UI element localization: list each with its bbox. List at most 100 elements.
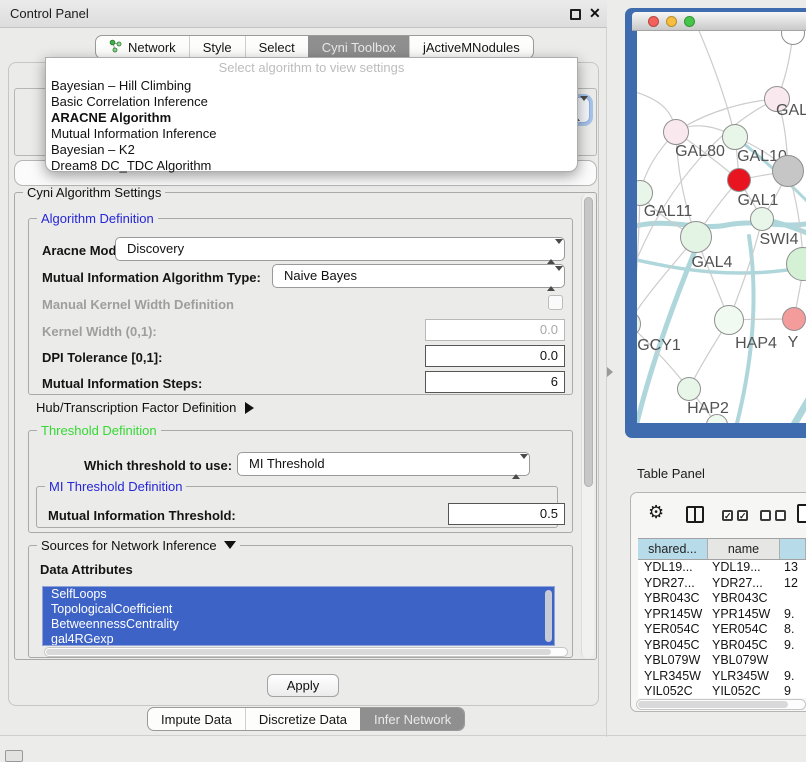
popup-item-bayesian-hill-climbing[interactable]: Bayesian – Hill Climbing xyxy=(51,78,191,94)
tab-cyni-toolbox[interactable]: Cyni Toolbox xyxy=(308,36,409,58)
table-row[interactable]: YLR345WYLR345W9. xyxy=(638,669,806,685)
minimize-window-icon[interactable] xyxy=(666,16,677,27)
tab-discretize-data[interactable]: Discretize Data xyxy=(245,708,360,730)
collapse-arrow-icon[interactable] xyxy=(224,541,236,549)
popup-item-mutual-information[interactable]: Mutual Information Inference xyxy=(51,126,216,142)
column-header-name[interactable]: name xyxy=(708,539,780,559)
network-node[interactable] xyxy=(782,307,806,331)
popup-item-dream8[interactable]: Dream8 DC_TDC Algorithm xyxy=(51,158,211,174)
network-node-label: GAL xyxy=(776,102,806,120)
cell: YDL19... xyxy=(638,560,708,576)
table-row[interactable]: YBR045CYBR045C9. xyxy=(638,638,806,654)
cell: YIL052C xyxy=(708,684,780,698)
sources-hscrollbar[interactable] xyxy=(44,647,568,657)
tab-impute-data-label: Impute Data xyxy=(161,712,232,727)
gear-icon[interactable]: ⚙ xyxy=(648,503,664,521)
network-node-label: HAP4 xyxy=(735,335,777,353)
expand-arrow-icon[interactable] xyxy=(245,402,254,414)
cell: YBR045C xyxy=(708,638,780,654)
close-panel-icon[interactable]: ✕ xyxy=(589,5,601,22)
network-node[interactable] xyxy=(727,168,751,192)
mi-algorithm-type-combobox[interactable]: Naive Bayes xyxy=(272,264,565,288)
network-node[interactable] xyxy=(714,305,744,335)
cell: YER054C xyxy=(638,622,708,638)
tab-network[interactable]: Network xyxy=(96,36,189,58)
popup-item-basic-correlation[interactable]: Basic Correlation Inference xyxy=(51,94,208,110)
network-node-label: GAL4 xyxy=(692,254,733,272)
minimized-panel-button[interactable] xyxy=(5,750,23,762)
cell: YDR27... xyxy=(638,576,708,592)
list-item[interactable]: SelfLoops xyxy=(43,587,554,602)
kernel-width-field[interactable]: 0.0 xyxy=(425,319,565,341)
column-header-shared-name[interactable]: shared... xyxy=(638,539,708,559)
network-canvas[interactable]: GALGAL80GAL10GAL1GAL11SWI4GAL4GCY1HAP4YH… xyxy=(637,31,806,423)
table-row[interactable]: YBR043CYBR043C xyxy=(638,591,806,607)
table-row[interactable]: YBL079WYBL079W xyxy=(638,653,806,669)
popup-item-aracne[interactable]: ARACNE Algorithm xyxy=(51,110,171,126)
tab-select[interactable]: Select xyxy=(245,36,308,58)
network-node[interactable] xyxy=(772,155,804,187)
control-panel-tabbar: Network Style Select Cyni Toolbox jActiv… xyxy=(95,35,534,59)
stepper-arrows-icon xyxy=(547,241,559,259)
tab-infer-network[interactable]: Infer Network xyxy=(360,708,464,730)
close-window-icon[interactable] xyxy=(648,16,659,27)
which-threshold-value: MI Threshold xyxy=(249,456,325,471)
tab-style[interactable]: Style xyxy=(189,36,245,58)
network-node[interactable] xyxy=(680,221,712,253)
aracne-mode-combobox[interactable]: Discovery xyxy=(115,237,565,261)
list-item[interactable]: TopologicalCoefficient xyxy=(43,602,554,617)
dpi-tolerance-field[interactable]: 0.0 xyxy=(425,345,565,367)
hub-definition-label: Hub/Transcription Factor Definition xyxy=(36,400,236,415)
network-window-titlebar[interactable] xyxy=(632,12,806,31)
hub-definition-section[interactable]: Hub/Transcription Factor Definition xyxy=(36,400,254,415)
popup-item-bayesian-k2[interactable]: Bayesian – K2 xyxy=(51,142,135,158)
mi-threshold-label: Mutual Information Threshold: xyxy=(48,508,236,523)
divider xyxy=(0,735,806,736)
stepper-arrows-icon xyxy=(547,268,559,286)
network-node[interactable] xyxy=(677,377,701,401)
table-row[interactable]: YDL19...YDL19...13 xyxy=(638,560,806,576)
tab-network-label: Network xyxy=(128,40,176,55)
splitter-collapse-arrow[interactable] xyxy=(607,367,613,377)
list-scrollbar-thumb[interactable] xyxy=(545,590,552,642)
column-header-partial[interactable] xyxy=(780,539,806,559)
sources-hscrollbar-thumb[interactable] xyxy=(46,649,551,655)
settings-scrollbar-thumb[interactable] xyxy=(584,197,593,487)
list-item[interactable]: BetweennessCentrality xyxy=(43,617,554,632)
apply-button[interactable]: Apply xyxy=(267,674,339,697)
tab-jactivemnodules[interactable]: jActiveMNodules xyxy=(409,36,533,58)
table-hscrollbar-thumb[interactable] xyxy=(638,701,788,708)
mi-steps-field[interactable]: 6 xyxy=(425,371,565,393)
deselect-all-checkbox-icon[interactable] xyxy=(760,510,771,521)
mi-threshold-group-title: MI Threshold Definition xyxy=(45,479,186,494)
table-row[interactable]: YPR145WYPR145W9. xyxy=(638,607,806,623)
network-node[interactable] xyxy=(750,207,774,231)
float-panel-icon[interactable] xyxy=(570,9,581,20)
mi-threshold-field[interactable]: 0.5 xyxy=(448,503,565,525)
network-node[interactable] xyxy=(663,119,689,145)
manual-kernel-width-checkbox[interactable] xyxy=(548,295,563,310)
cell: 13 xyxy=(780,560,806,576)
tab-impute-data[interactable]: Impute Data xyxy=(148,708,245,730)
table-header: shared... name xyxy=(638,538,806,560)
list-item[interactable]: gal4RGexp xyxy=(43,632,554,646)
table-row[interactable]: YER054CYER054C8. xyxy=(638,622,806,638)
columns-icon[interactable] xyxy=(686,506,704,523)
table-body: YDL19...YDL19...13 YDR27...YDR27...12 YB… xyxy=(638,560,806,698)
cell: YDR27... xyxy=(708,576,780,592)
tab-discretize-data-label: Discretize Data xyxy=(259,712,347,727)
threshold-definition-title: Threshold Definition xyxy=(37,423,161,438)
network-node[interactable] xyxy=(722,124,748,150)
zoom-window-icon[interactable] xyxy=(684,16,695,27)
table-row[interactable]: YIL052CYIL052C9 xyxy=(638,684,806,698)
data-attributes-list[interactable]: SelfLoops TopologicalCoefficient Between… xyxy=(42,586,555,646)
select-all-checkbox-icon[interactable]: ✓ xyxy=(722,510,733,521)
table-hscrollbar[interactable] xyxy=(636,699,806,710)
which-threshold-combobox[interactable]: MI Threshold xyxy=(237,452,530,476)
settings-scrollbar[interactable] xyxy=(581,194,594,658)
function-builder-icon[interactable] xyxy=(797,504,806,523)
dpi-tolerance-label: DPI Tolerance [0,1]: xyxy=(42,350,162,365)
deselect-all-checkbox-icon[interactable] xyxy=(775,510,786,521)
table-row[interactable]: YDR27...YDR27...12 xyxy=(638,576,806,592)
select-all-checkbox-icon[interactable]: ✓ xyxy=(737,510,748,521)
